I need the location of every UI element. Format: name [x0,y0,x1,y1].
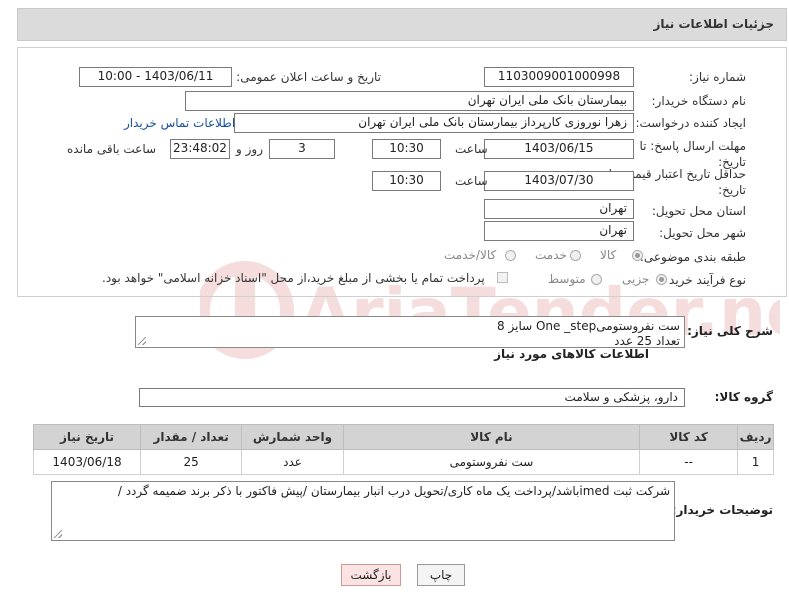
print-button[interactable]: چاپ [417,564,465,586]
col-date: تاریخ نیاز [32,424,142,450]
province-label: استان محل تحویل: [651,204,746,218]
treasury-payment-note: پرداخت تمام یا بخشی از مبلغ خرید،از محل … [102,271,485,285]
goods-group-label: گروه کالا: [714,390,773,404]
col-quantity: تعداد / مقدار [140,424,243,450]
col-name: نام کالا [342,424,641,450]
deadline-date-field: 1403/06/15 [484,139,634,159]
city-label: شهر محل تحویل: [659,226,746,240]
description-line-1: ست نفروستومیOne _step سایز 8 [497,319,680,333]
buyer-notes-textarea: شرکت ثبت imedباشد/پرداخت یک ماه کاری/تحو… [51,481,675,541]
category-option-goods-service: کالا/خدمت [444,248,497,262]
process-option-minor: جزیی [622,272,650,286]
table-row: 1 -- ست نفروستومی عدد 25 1403/06/18 [32,449,774,475]
remaining-label: ساعت باقی مانده [67,142,157,156]
goods-group-field: دارو، پزشکی و سلامت [139,388,685,407]
goods-table: ردیف کد کالا نام کالا واحد شمارش تعداد /… [32,424,774,475]
back-button[interactable]: بازگشت [341,564,401,586]
cell-code: -- [639,449,739,475]
province-field: تهران [484,199,634,219]
resize-grip-icon[interactable] [138,337,146,345]
deadline-time-field: 10:30 [372,139,441,159]
process-option-medium: متوسط [548,272,586,286]
validity-time-label: ساعت [455,174,488,188]
category-label: طبقه بندی موضوعی: [639,250,746,264]
category-option-service: خدمت [535,248,567,262]
process-radio-minor[interactable] [656,274,667,285]
page-title-bar: جزئیات اطلاعات نیاز [17,8,787,41]
validity-date-field: 1403/07/30 [484,171,634,191]
creator-field: زهرا نوروزی کارپرداز بیمارستان بانک ملی … [234,113,634,133]
col-row: ردیف [737,424,774,450]
city-field: تهران [484,221,634,241]
remaining-days-field: 3 [269,139,335,159]
col-unit: واحد شمارش [241,424,344,450]
category-radio-goods-service[interactable] [505,250,516,261]
buyer-contact-link[interactable]: اطلاعات تماس خریدار [124,116,235,130]
need-number-field: 1103009001000998 [484,67,634,87]
treasury-payment-checkbox[interactable] [497,272,508,283]
category-radio-service[interactable] [570,250,581,261]
need-number-label: شماره نیاز: [689,70,746,84]
buyer-notes-text: شرکت ثبت imedباشد/پرداخت یک ماه کاری/تحو… [117,484,670,498]
category-radio-goods[interactable] [632,250,643,261]
process-label: نوع فرآیند خرید : [661,273,746,287]
page-title: جزئیات اطلاعات نیاز [653,17,774,31]
buyer-org-label: نام دستگاه خریدار: [651,94,747,108]
cell-date: 1403/06/18 [32,449,142,475]
announce-label: تاریخ و ساعت اعلان عمومی: [236,70,381,84]
days-label: روز و [236,142,263,156]
deadline-time-label: ساعت [455,142,488,156]
cell-quantity: 25 [140,449,243,475]
category-option-goods: کالا [600,248,617,262]
description-textarea: ست نفروستومیOne _step سایز 8 تعداد 25 عد… [135,316,685,348]
cell-unit: عدد [241,449,344,475]
description-label: شرح کلی نیاز: [687,324,773,338]
announce-datetime-field: 1403/06/11 - 10:00 [79,67,232,87]
goods-table-header: ردیف کد کالا نام کالا واحد شمارش تعداد /… [32,424,774,450]
resize-grip-icon[interactable] [54,530,62,538]
description-line-2: تعداد 25 عدد [614,334,680,348]
remaining-time-field: 23:48:02 [170,139,230,159]
goods-section-title: اطلاعات کالاهای مورد نیاز [494,347,649,361]
process-radio-medium[interactable] [591,274,602,285]
cell-row: 1 [737,449,774,475]
buyer-notes-label: توضیحات خریدار: [671,503,773,517]
creator-label: ایجاد کننده درخواست: [635,116,746,130]
col-code: کد کالا [639,424,739,450]
cell-name: ست نفروستومی [342,449,641,475]
validity-time-field: 10:30 [372,171,441,191]
buyer-org-field: بیمارستان بانک ملی ایران تهران [185,91,634,111]
